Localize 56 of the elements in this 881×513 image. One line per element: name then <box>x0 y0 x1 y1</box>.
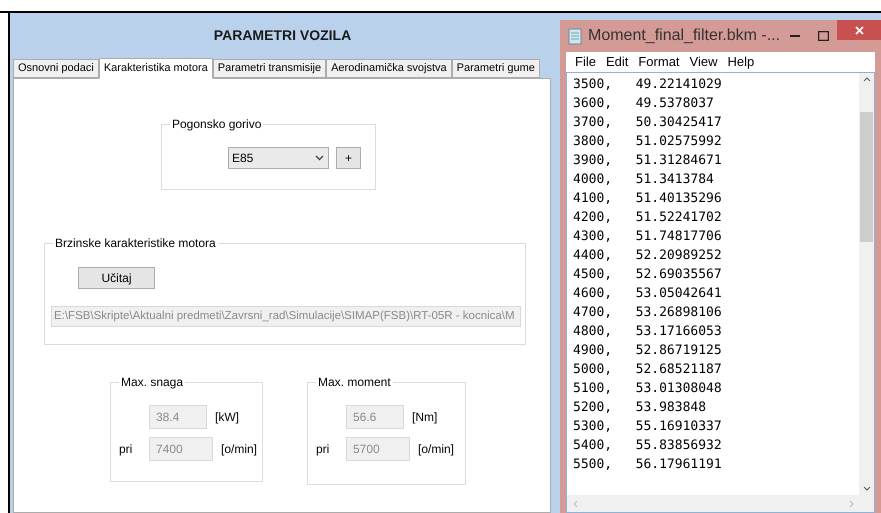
scroll-thumb[interactable] <box>860 112 873 242</box>
text-line: 4400, 52.20989252 <box>573 247 722 265</box>
scroll-down-icon <box>862 486 870 491</box>
notepad-icon <box>568 28 582 44</box>
text-line: 5200, 53.983848 <box>573 399 706 417</box>
text-line: 4300, 51.74817706 <box>573 228 722 246</box>
tab[interactable]: Karakteristika motora <box>98 58 213 79</box>
unit-label: [kW] <box>215 409 239 426</box>
tab[interactable]: Osnovni podaci <box>13 59 99 78</box>
text-line: 5000, 52.68521187 <box>573 361 722 379</box>
vertical-scrollbar[interactable] <box>859 73 874 495</box>
text-line: 4700, 53.26898106 <box>573 304 722 322</box>
at-label: pri <box>316 441 330 458</box>
add-button[interactable]: + <box>336 147 361 169</box>
fuel-dropdown[interactable]: E85 <box>228 147 329 169</box>
menu-item[interactable]: Edit <box>602 52 632 72</box>
horizontal-scrollbar[interactable] <box>567 495 874 512</box>
window-title: Moment_final_filter.bkm -... <box>588 26 780 46</box>
text-line: 3700, 50.30425417 <box>573 114 722 132</box>
text-line: 5500, 56.17961191 <box>573 456 722 474</box>
menu-item[interactable]: View <box>686 52 720 72</box>
text-line: 3500, 49.22141029 <box>573 76 722 94</box>
unit-label: [Nm] <box>412 409 438 426</box>
tab[interactable]: Aerodinamička svojstva <box>326 59 452 78</box>
tab[interactable]: Parametri transmisije <box>212 59 326 78</box>
menu-item[interactable]: Help <box>724 52 758 72</box>
unit-label: [o/min] <box>221 441 258 458</box>
close-button[interactable] <box>837 20 881 40</box>
group-label: Pogonsko gorivo <box>170 116 264 132</box>
menu-item[interactable]: Format <box>635 52 683 72</box>
minimize-icon <box>790 35 800 37</box>
chevron-down-icon <box>315 155 324 161</box>
text-line: 4100, 51.40135296 <box>573 190 722 208</box>
text-line: 4600, 53.05042641 <box>573 285 722 303</box>
text-line: 3600, 49.5378037 <box>573 95 714 113</box>
close-icon <box>854 26 864 34</box>
at-label: pri <box>119 441 134 458</box>
text-line: 3800, 51.02575992 <box>573 133 722 151</box>
load-button[interactable]: Učitaj <box>78 267 155 289</box>
text-line: 4000, 51.3413784 <box>573 171 714 189</box>
text-line: 5100, 53.01308048 <box>573 380 722 398</box>
text-line: 4900, 52.86719125 <box>573 342 722 360</box>
text-line: 4500, 52.69035567 <box>573 266 722 284</box>
scroll-up-icon <box>862 77 870 82</box>
text-line: 3900, 51.31284671 <box>573 152 722 170</box>
text-line: 5300, 55.16910337 <box>573 418 722 436</box>
dialog-title: PARAMETRI VOZILA <box>212 26 352 45</box>
scroll-left-icon <box>573 500 578 508</box>
tab[interactable]: Parametri gume <box>452 59 540 78</box>
menu-item[interactable]: File <box>572 52 599 72</box>
scroll-right-icon <box>849 500 854 508</box>
text-line: 5400, 55.83856932 <box>573 437 722 455</box>
text-line: 4200, 51.52241702 <box>573 209 722 227</box>
unit-label: [o/min] <box>418 441 454 458</box>
maximize-icon <box>818 31 828 41</box>
text-line: 4800, 53.17166053 <box>573 323 722 341</box>
